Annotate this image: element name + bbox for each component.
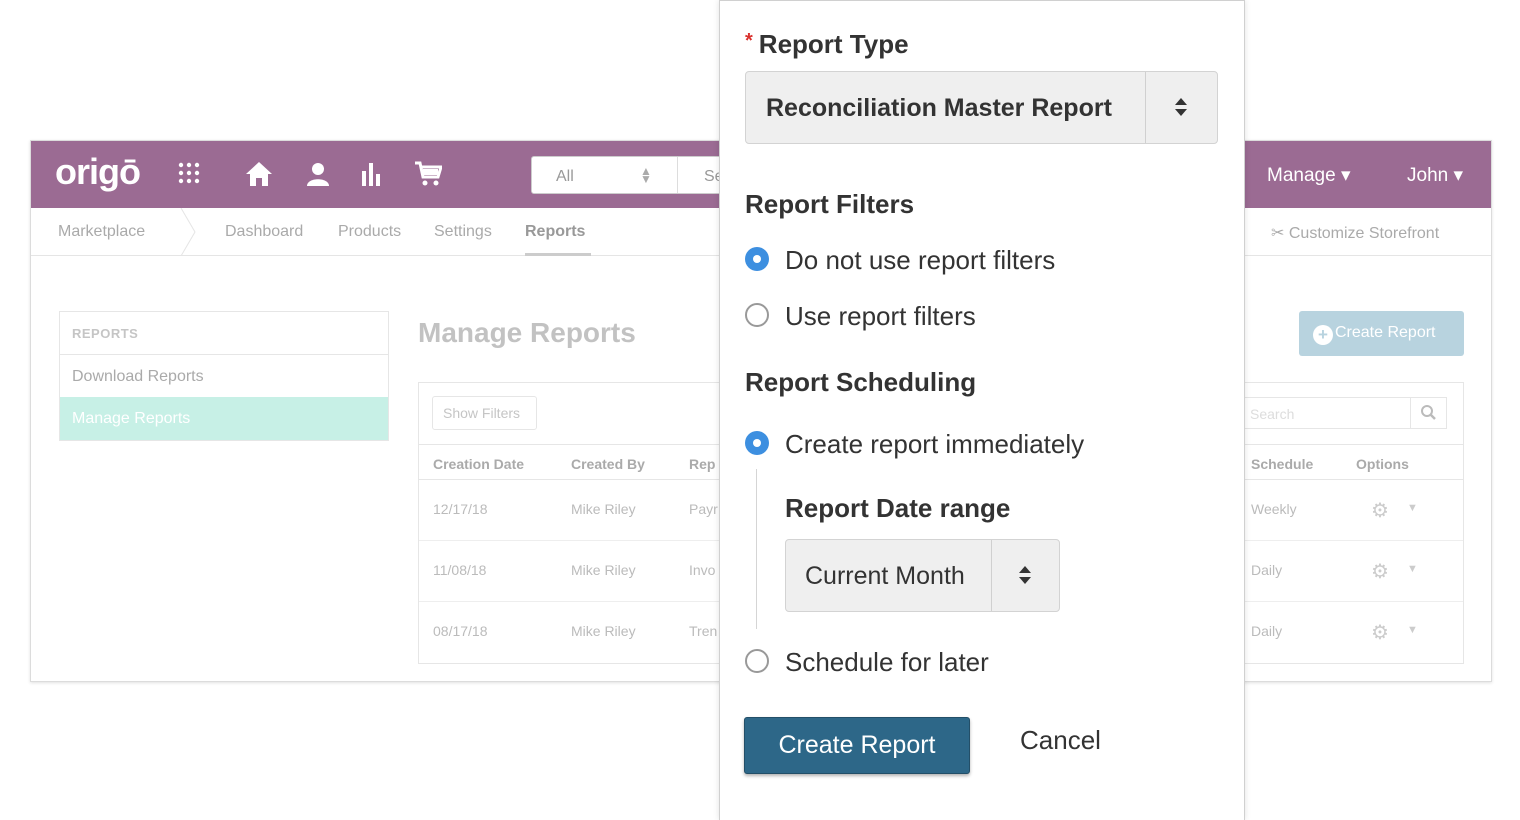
reports-sidebar: REPORTS Download Reports Manage Reports bbox=[59, 311, 389, 441]
sidebar-item-download-reports[interactable]: Download Reports bbox=[60, 354, 388, 397]
global-search[interactable]: All ▲ ▼ Se bbox=[531, 156, 731, 194]
sidebar-heading: REPORTS bbox=[72, 326, 139, 341]
show-filters-button[interactable]: Show Filters bbox=[432, 396, 537, 430]
search-scope-select[interactable]: All bbox=[556, 168, 574, 186]
report-type-label-text: Report Type bbox=[758, 29, 909, 59]
sidebar-item-label: Download Reports bbox=[72, 368, 204, 385]
cell-report: Payr bbox=[689, 501, 718, 517]
select-arrows-icon bbox=[1019, 566, 1031, 584]
cell-report: Invo bbox=[689, 562, 716, 578]
col-options: Options bbox=[1356, 456, 1409, 472]
caret-down-icon[interactable]: ▼ bbox=[1407, 624, 1418, 636]
radio-label: Schedule for later bbox=[785, 647, 989, 677]
cell-created-by: Mike Riley bbox=[571, 562, 636, 578]
subnav-marketplace[interactable]: Marketplace bbox=[58, 223, 145, 241]
user-menu[interactable]: John ▾ bbox=[1407, 164, 1463, 187]
user-icon[interactable] bbox=[305, 161, 331, 187]
radio-button-selected[interactable] bbox=[745, 247, 769, 271]
report-type-value: Reconciliation Master Report bbox=[766, 94, 1112, 122]
bar-chart-icon[interactable] bbox=[361, 161, 385, 187]
radio-label: Use report filters bbox=[785, 301, 976, 331]
col-creation-date[interactable]: Creation Date bbox=[433, 456, 524, 472]
select-arrows-icon bbox=[1175, 98, 1187, 116]
select-separator bbox=[1145, 72, 1146, 143]
plus-circle-icon: + bbox=[1313, 325, 1333, 345]
sidebar-item-manage-reports[interactable]: Manage Reports bbox=[60, 397, 388, 440]
date-range-value: Current Month bbox=[805, 562, 965, 590]
subnav-dashboard[interactable]: Dashboard bbox=[225, 223, 303, 241]
caret-down-icon[interactable]: ▼ bbox=[1407, 563, 1418, 575]
cell-created-by: Mike Riley bbox=[571, 623, 636, 639]
breadcrumb-chevron-icon bbox=[180, 208, 196, 256]
radio-label: Do not use report filters bbox=[785, 245, 1056, 275]
radio-button[interactable] bbox=[745, 303, 769, 327]
scope-arrows-icon: ▲ ▼ bbox=[640, 164, 652, 186]
search-divider bbox=[677, 157, 678, 193]
origo-logo[interactable]: origō bbox=[55, 151, 141, 193]
col-schedule[interactable]: Schedule bbox=[1251, 456, 1313, 472]
radio-button[interactable] bbox=[745, 649, 769, 673]
tools-icon: ✂ bbox=[1271, 225, 1285, 242]
sidebar-item-label: Manage Reports bbox=[72, 410, 191, 427]
gear-icon[interactable]: ⚙ bbox=[1371, 498, 1389, 523]
cell-schedule: Daily bbox=[1251, 623, 1283, 639]
home-icon[interactable] bbox=[245, 161, 273, 187]
report-type-select[interactable]: Reconciliation Master Report bbox=[745, 71, 1218, 144]
manage-menu[interactable]: Manage ▾ bbox=[1267, 164, 1350, 187]
col-created-by[interactable]: Created By bbox=[571, 456, 645, 472]
radio-button-selected[interactable] bbox=[745, 431, 769, 455]
subnav-reports[interactable]: Reports bbox=[525, 223, 585, 241]
cell-date: 12/17/18 bbox=[433, 501, 488, 517]
cell-schedule: Weekly bbox=[1251, 501, 1297, 517]
apps-grid-icon[interactable] bbox=[177, 161, 201, 185]
cart-icon[interactable] bbox=[414, 161, 442, 187]
caret-down-icon[interactable]: ▼ bbox=[1407, 502, 1418, 514]
table-search-input[interactable]: Search bbox=[1239, 397, 1411, 429]
select-separator bbox=[991, 540, 992, 611]
date-range-label: Report Date range bbox=[785, 493, 1011, 523]
required-indicator: * bbox=[745, 30, 753, 52]
gear-icon[interactable]: ⚙ bbox=[1371, 559, 1389, 584]
col-report[interactable]: Rep bbox=[689, 456, 715, 472]
cell-date: 11/08/18 bbox=[433, 562, 487, 578]
create-report-label: Create Report bbox=[1335, 324, 1436, 341]
indent-guide bbox=[756, 469, 757, 629]
create-report-button[interactable]: + Create Report bbox=[1299, 311, 1464, 356]
cell-date: 08/17/18 bbox=[433, 623, 488, 639]
report-filters-heading: Report Filters bbox=[745, 189, 915, 219]
magnifier-icon bbox=[1421, 405, 1436, 420]
cell-created-by: Mike Riley bbox=[571, 501, 636, 517]
report-scheduling-heading: Report Scheduling bbox=[745, 367, 977, 397]
customize-storefront-link[interactable]: ✂ Customize Storefront bbox=[1271, 223, 1439, 243]
cancel-button[interactable]: Cancel bbox=[1020, 725, 1101, 756]
active-tab-underline bbox=[525, 253, 591, 256]
date-range-select[interactable]: Current Month bbox=[785, 539, 1060, 612]
subnav-settings[interactable]: Settings bbox=[434, 223, 492, 241]
table-search-button[interactable] bbox=[1410, 397, 1447, 429]
cell-report: Tren bbox=[689, 623, 718, 639]
page-title: Manage Reports bbox=[418, 317, 636, 348]
report-type-label: * Report Type bbox=[745, 29, 909, 60]
gear-icon[interactable]: ⚙ bbox=[1371, 620, 1389, 645]
customize-storefront-label: Customize Storefront bbox=[1288, 225, 1440, 242]
create-report-panel: * Report Type Reconciliation Master Repor… bbox=[719, 0, 1245, 820]
radio-label: Create report immediately bbox=[785, 429, 1085, 459]
create-report-submit-button[interactable]: Create Report bbox=[744, 717, 970, 774]
cell-schedule: Daily bbox=[1251, 562, 1283, 578]
subnav-products[interactable]: Products bbox=[338, 223, 401, 241]
